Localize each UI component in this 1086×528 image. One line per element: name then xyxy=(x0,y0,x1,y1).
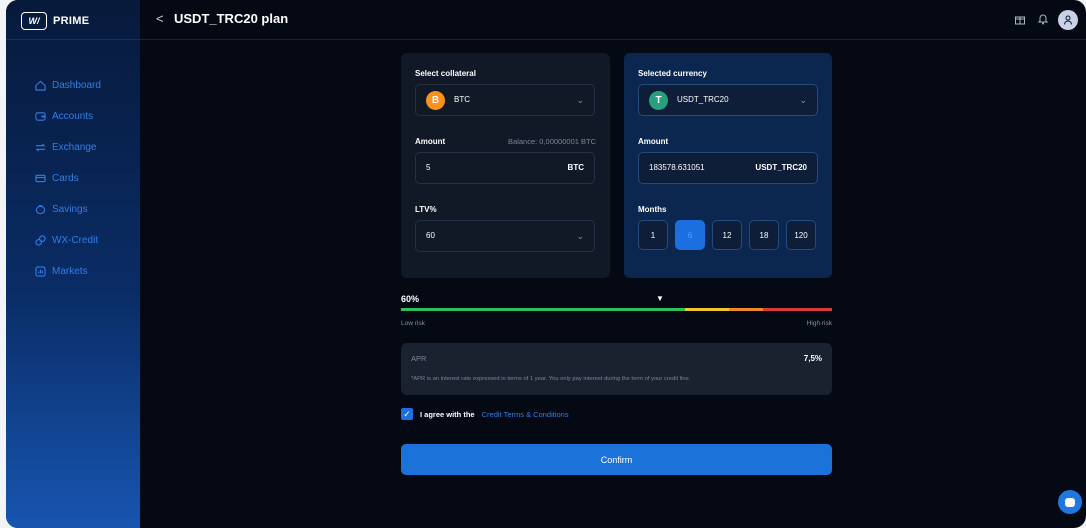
credit-amount-input[interactable]: 183578.631051 USDT_TRC20 xyxy=(638,152,818,184)
risk-bar xyxy=(401,308,832,311)
confirm-button[interactable]: Confirm xyxy=(401,444,832,475)
apr-note: *APR is an interest rate expressed in te… xyxy=(411,376,691,382)
cards-icon xyxy=(34,173,46,185)
chat-support-icon[interactable] xyxy=(1058,490,1082,514)
user-icon[interactable] xyxy=(1058,10,1078,30)
terms-agreement: ✓ I agree with the Credit Terms & Condit… xyxy=(401,408,569,420)
risk-segment-high xyxy=(763,308,832,311)
amount-label: Amount xyxy=(415,137,446,146)
month-option-1[interactable]: 1 xyxy=(638,220,668,250)
gift-icon[interactable] xyxy=(1012,11,1028,27)
risk-value: 60% xyxy=(401,294,420,304)
month-option-6[interactable]: 6 xyxy=(675,220,705,250)
apr-value: 7,5% xyxy=(803,354,822,363)
sidebar-item-accounts[interactable]: Accounts xyxy=(34,101,101,132)
currency-value: USDT_TRC20 xyxy=(677,95,729,104)
usdt-icon: T xyxy=(649,91,668,110)
sidebar-item-exchange[interactable]: Exchange xyxy=(34,132,101,163)
apr-label: APR xyxy=(411,354,427,363)
page-title: USDT_TRC20 plan xyxy=(174,11,289,26)
markets-icon xyxy=(34,266,46,278)
chevron-down-icon: ⌄ xyxy=(799,95,807,105)
currency-select[interactable]: T USDT_TRC20 ⌄ xyxy=(638,84,818,116)
collateral-label: Select collateral xyxy=(415,69,476,78)
collateral-card: Select collateral B BTC ⌄ Amount Balance… xyxy=(401,53,610,278)
ltv-select[interactable]: 60 ⌄ xyxy=(415,220,595,252)
sidebar-nav: Dashboard Accounts Exchange Cards Saving… xyxy=(34,70,101,287)
bell-icon[interactable] xyxy=(1035,11,1051,27)
risk-low-label: Low risk xyxy=(401,320,425,327)
sidebar-item-label: Cards xyxy=(52,173,79,184)
collateral-value: BTC xyxy=(454,95,470,104)
amount-unit: BTC xyxy=(567,163,584,172)
amount-value: 5 xyxy=(426,163,431,172)
logo[interactable]: W/ PRIME xyxy=(21,12,89,30)
terms-checkbox[interactable]: ✓ xyxy=(401,408,413,420)
sidebar-item-markets[interactable]: Markets xyxy=(34,256,101,287)
sidebar-item-wx-credit[interactable]: WX-Credit xyxy=(34,225,101,256)
month-option-120[interactable]: 120 xyxy=(786,220,816,250)
sidebar-item-label: Savings xyxy=(52,204,88,215)
apr-panel: APR 7,5% *APR is an interest rate expres… xyxy=(401,343,832,395)
sidebar-item-label: Markets xyxy=(52,266,88,277)
credit-amount-label: Amount xyxy=(638,137,669,146)
exchange-icon xyxy=(34,142,46,154)
sidebar-item-savings[interactable]: Savings xyxy=(34,194,101,225)
credit-amount-value: 183578.631051 xyxy=(649,163,705,172)
btc-icon: B xyxy=(426,91,445,110)
accounts-icon xyxy=(34,111,46,123)
credit-icon xyxy=(34,235,46,247)
sidebar-item-label: Accounts xyxy=(52,111,94,122)
balance-text: Balance: 0,00000001 BTC xyxy=(508,137,596,146)
ltv-value: 60 xyxy=(426,231,435,240)
sidebar-item-label: WX-Credit xyxy=(52,235,99,246)
collateral-amount-input[interactable]: 5 BTC xyxy=(415,152,595,184)
app-window: W/ PRIME Dashboard Accounts Exchange Car… xyxy=(6,0,1086,528)
chevron-down-icon: ⌄ xyxy=(576,95,584,105)
months-label: Months xyxy=(638,205,667,214)
currency-card: Selected currency T USDT_TRC20 ⌄ Amount … xyxy=(624,53,832,278)
sidebar-item-cards[interactable]: Cards xyxy=(34,163,101,194)
agree-text: I agree with the xyxy=(420,409,475,419)
month-option-18[interactable]: 18 xyxy=(749,220,779,250)
back-button[interactable]: < xyxy=(156,11,164,26)
risk-segment-elevated xyxy=(728,308,764,311)
sidebar-item-label: Dashboard xyxy=(52,80,101,91)
credit-amount-unit: USDT_TRC20 xyxy=(755,163,807,172)
logo-text: PRIME xyxy=(53,15,90,27)
chat-bubble-icon xyxy=(1065,497,1075,507)
sidebar-divider xyxy=(6,39,140,40)
risk-high-label: High risk xyxy=(806,320,832,327)
dashboard-icon xyxy=(34,80,46,92)
risk-segment-medium xyxy=(685,308,729,311)
sidebar-item-label: Exchange xyxy=(52,142,97,153)
logo-mark: W/ xyxy=(21,12,47,30)
header: < USDT_TRC20 plan xyxy=(140,0,1086,40)
sidebar-item-dashboard[interactable]: Dashboard xyxy=(34,70,101,101)
ltv-label: LTV% xyxy=(415,205,437,214)
risk-segment-low xyxy=(401,308,686,311)
sidebar: W/ PRIME Dashboard Accounts Exchange Car… xyxy=(6,0,140,528)
risk-marker-icon: ▼ xyxy=(656,294,664,303)
month-option-12[interactable]: 12 xyxy=(712,220,742,250)
collateral-select[interactable]: B BTC ⌄ xyxy=(415,84,595,116)
terms-link[interactable]: Credit Terms & Conditions xyxy=(482,410,569,419)
chevron-down-icon: ⌄ xyxy=(576,231,584,241)
savings-icon xyxy=(34,204,46,216)
currency-label: Selected currency xyxy=(638,69,707,78)
